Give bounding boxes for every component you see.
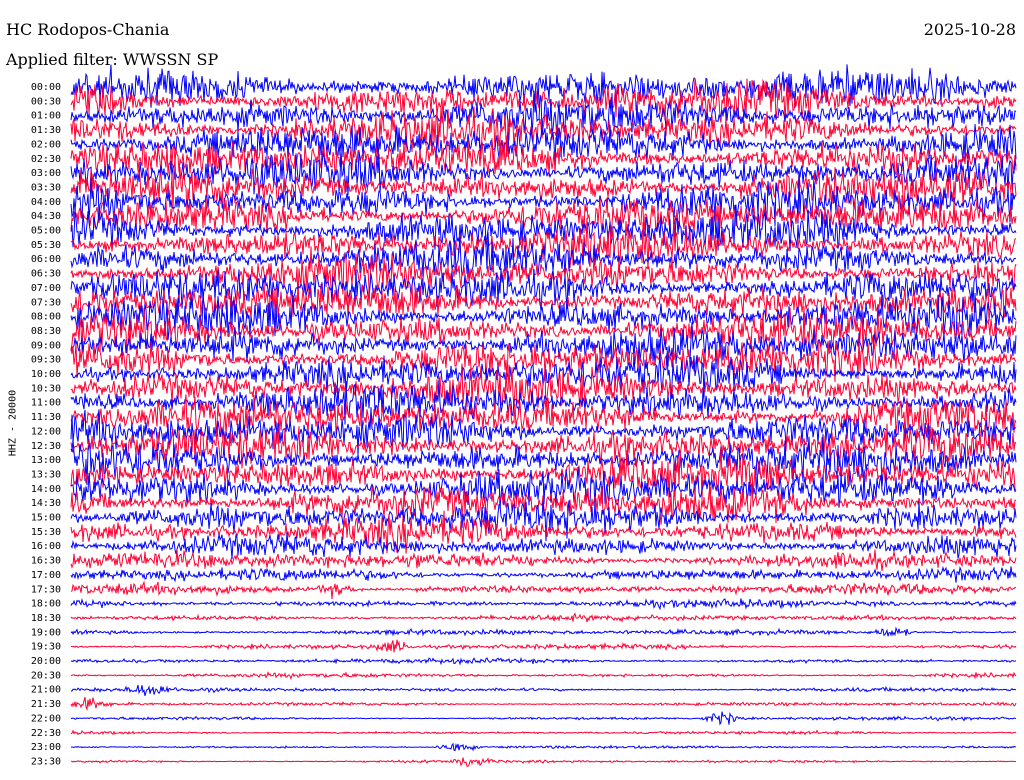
time-label: 09:30 [31, 355, 61, 366]
time-label: 05:00 [31, 226, 61, 237]
filter-label: Applied filter: WWSSN SP [6, 50, 219, 69]
time-label: 14:00 [31, 484, 61, 495]
time-label: 13:30 [31, 469, 61, 480]
trace-line [70, 580, 1017, 600]
time-label: 15:00 [31, 513, 61, 524]
trace-line [70, 549, 1017, 572]
time-label: 23:30 [31, 756, 61, 767]
time-label: 04:30 [31, 211, 61, 222]
time-label: 07:00 [31, 283, 61, 294]
time-label: 20:30 [31, 670, 61, 681]
time-label: 12:30 [31, 441, 61, 452]
record-date: 2025-10-28 [923, 20, 1016, 39]
trace-line [70, 757, 1016, 767]
time-label: 04:00 [31, 197, 61, 208]
time-label: 00:00 [31, 82, 61, 93]
time-label: 09:00 [31, 340, 61, 351]
time-label: 11:00 [31, 398, 61, 409]
trace-line [70, 729, 1017, 736]
trace-line [70, 565, 1017, 583]
time-label: 05:30 [31, 240, 61, 251]
time-label: 20:00 [31, 656, 61, 667]
time-label: 12:00 [31, 426, 61, 437]
time-label: 17:00 [31, 570, 61, 581]
time-label: 18:30 [31, 613, 61, 624]
trace-line [70, 656, 1017, 666]
trace-line [70, 500, 1017, 542]
time-label: 10:00 [31, 369, 61, 380]
time-label: 15:30 [31, 527, 61, 538]
time-label: 01:30 [31, 125, 61, 136]
time-label: 23:00 [31, 742, 61, 753]
time-label: 00:30 [31, 96, 61, 107]
trace-line [70, 612, 1017, 623]
station-title: HC Rodopos-Chania [6, 20, 170, 39]
time-label: 13:00 [31, 455, 61, 466]
time-label: 02:00 [31, 139, 61, 150]
trace-line [70, 696, 1017, 712]
time-label: 19:00 [31, 627, 61, 638]
trace-line [70, 626, 1017, 637]
time-label: 01:00 [31, 111, 61, 122]
time-label: 08:30 [31, 326, 61, 337]
time-label: 10:30 [31, 383, 61, 394]
time-label: 16:00 [31, 541, 61, 552]
time-label: 03:00 [31, 168, 61, 179]
time-labels: 00:00 00:30 01:00 01:30 02:00 02:30 03:00 03:30… [31, 82, 61, 767]
time-label: 22:00 [31, 713, 61, 724]
seismic-traces [70, 64, 1017, 767]
channel-label: HHZ - 20000 [7, 389, 19, 457]
time-label: 21:30 [31, 699, 61, 710]
time-label: 03:30 [31, 182, 61, 193]
time-label: 06:30 [31, 269, 61, 280]
trace-line [70, 742, 1017, 752]
trace-line [71, 639, 1017, 653]
time-label: 11:30 [31, 412, 61, 423]
helicorder-plot: 00:00 00:30 01:00 01:30 02:00 02:30 03:00 03:30… [31, 64, 1017, 767]
trace-line [70, 671, 1017, 681]
time-label: 14:30 [31, 498, 61, 509]
time-label: 19:30 [31, 642, 61, 653]
time-label: 06:00 [31, 254, 61, 265]
time-label: 17:30 [31, 584, 61, 595]
time-label: 16:30 [31, 556, 61, 567]
trace-line [70, 598, 1017, 611]
time-label: 08:00 [31, 312, 61, 323]
trace-line [70, 684, 1017, 697]
time-label: 07:30 [31, 297, 61, 308]
trace-line [70, 711, 1017, 726]
time-label: 22:30 [31, 728, 61, 739]
time-label: 18:00 [31, 599, 61, 610]
time-label: 02:30 [31, 154, 61, 165]
time-label: 21:00 [31, 685, 61, 696]
